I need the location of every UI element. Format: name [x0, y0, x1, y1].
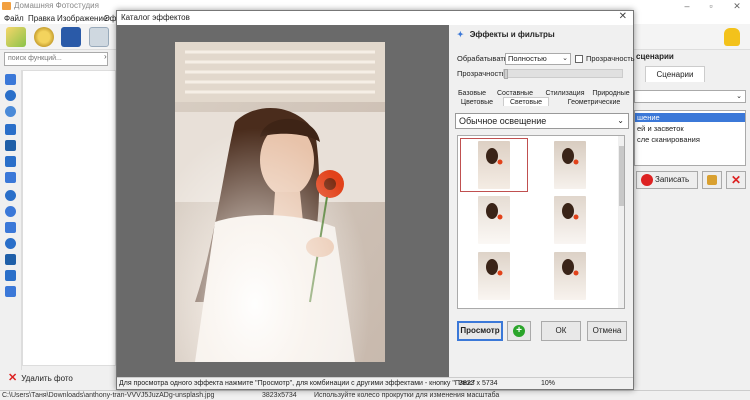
print-icon[interactable]: [89, 27, 109, 47]
transparency-label: Прозрачность: [457, 69, 506, 78]
status-size: 3823x5734: [262, 392, 297, 399]
sun-tool-icon[interactable]: [5, 206, 16, 217]
left-panel: [22, 70, 116, 366]
process-label: Обрабатывать: [457, 54, 508, 63]
record-button[interactable]: Записать: [636, 171, 698, 189]
dialog-title: Каталог эффектов: [121, 13, 190, 22]
menu-effects[interactable]: Эф: [104, 14, 116, 23]
bell-icon[interactable]: [724, 28, 740, 46]
scrollbar-thumb[interactable]: [619, 146, 624, 206]
chevron-down-icon: ⌄: [617, 116, 624, 125]
transparency-slider[interactable]: [503, 69, 623, 79]
delete-photo-label: Удалить фото: [21, 374, 73, 383]
dialog-status-size: 3823 x 5734: [459, 380, 498, 387]
list-item[interactable]: ей и засветок: [637, 124, 684, 133]
menu-file[interactable]: Файл: [4, 14, 24, 23]
open-icon[interactable]: [6, 27, 26, 47]
tab-color[interactable]: Цветовые: [457, 98, 497, 107]
palette-tool-icon[interactable]: [5, 238, 16, 249]
preview-button[interactable]: Просмотр: [457, 321, 503, 341]
settings-tool-icon[interactable]: [5, 222, 16, 233]
effects-catalog-dialog: Каталог эффектов ✕ ✦ Эффекты и фильтры О…: [116, 10, 635, 390]
scenario-select[interactable]: ⌄: [634, 90, 746, 103]
tab-light[interactable]: Световые: [503, 97, 549, 106]
delete-icon: ✕: [8, 372, 18, 384]
dialog-status-zoom: 10%: [541, 380, 556, 387]
process-select[interactable]: Полностью ⌄: [505, 53, 571, 65]
fill-tool-icon[interactable]: [5, 172, 16, 183]
effects-panel: ✦ Эффекты и фильтры Обрабатывать Полность…: [451, 25, 635, 377]
pointer-tool-icon[interactable]: [5, 74, 16, 85]
tab-scenarios[interactable]: Сценарии: [645, 66, 705, 82]
delete-photo-button[interactable]: ✕ Удалить фото: [8, 371, 108, 385]
effect-selected-value: Обычное освещение: [459, 116, 547, 126]
right-panel-title: сценарии: [636, 52, 674, 61]
tab-stylization[interactable]: Стилизация: [543, 89, 587, 98]
gallery-icon[interactable]: [34, 27, 54, 47]
dialog-title-bar: Каталог эффектов ✕: [117, 11, 633, 25]
drop-tool-icon[interactable]: [5, 140, 16, 151]
search-go-icon[interactable]: ›: [104, 52, 112, 66]
scenario-list: шение ей и засветок сле сканирования: [634, 110, 746, 166]
effects-icon: ✦: [457, 30, 464, 39]
minimize-button[interactable]: –: [676, 0, 698, 12]
contrast-tool-icon[interactable]: [5, 190, 16, 201]
main-status-bar: C:\Users\Таня\Downloads\anthony-tran-VVV…: [0, 390, 750, 400]
search-input[interactable]: поиск функций...: [4, 52, 108, 66]
transparency-checkbox[interactable]: [575, 55, 583, 63]
close-button[interactable]: ✕: [726, 0, 748, 12]
process-value: Полностью: [508, 54, 547, 63]
photo-preview: [175, 42, 385, 362]
zoom-tool-icon[interactable]: [5, 106, 16, 117]
left-toolbar: [0, 70, 22, 370]
status-hint: Используйте колесо прокрутки для изменен…: [314, 392, 500, 399]
dialog-status-hint: Для просмотра одного эффекта нажмите "Пр…: [119, 380, 476, 387]
effects-tool-icon[interactable]: [5, 254, 16, 265]
tab-geometric[interactable]: Геометрические: [559, 98, 629, 107]
list-item[interactable]: шение: [635, 113, 745, 122]
dialog-status-bar: Для просмотра одного эффекта нажмите "Пр…: [117, 377, 633, 389]
save-icon[interactable]: [61, 27, 81, 47]
plus-icon: +: [513, 325, 525, 337]
add-effect-button[interactable]: +: [507, 321, 531, 341]
app-icon: [2, 2, 11, 10]
app-title: Домашняя Фотостудия: [14, 1, 99, 10]
effect-select[interactable]: Обычное освещение ⌄: [455, 113, 629, 129]
stamp-tool-icon[interactable]: [5, 156, 16, 167]
effects-panel-title: Эффекты и фильтры: [469, 30, 555, 39]
transparency-check-label: Прозрачность: [586, 54, 635, 63]
hand-tool-icon[interactable]: [5, 90, 16, 101]
dialog-close-button[interactable]: ✕: [619, 11, 627, 22]
record-icon: [641, 174, 653, 186]
cancel-button[interactable]: Отмена: [587, 321, 627, 341]
chevron-down-icon: ⌄: [562, 55, 568, 62]
eraser-tool-icon[interactable]: [5, 270, 16, 281]
menu-image[interactable]: Изображение: [57, 14, 107, 23]
thumbnails-scrollbar[interactable]: [618, 136, 624, 308]
effects-panel-header: ✦ Эффекты и фильтры: [457, 30, 555, 39]
wand-icon: [707, 175, 717, 185]
menu-edit[interactable]: Правка: [28, 14, 55, 23]
tab-natural[interactable]: Природные: [591, 89, 631, 98]
crop-tool-icon[interactable]: [5, 286, 16, 297]
tab-basic[interactable]: Базовые: [457, 89, 487, 98]
ok-button[interactable]: ОК: [541, 321, 581, 341]
preview-area: [117, 25, 449, 377]
wand-button[interactable]: [702, 171, 722, 189]
list-item[interactable]: сле сканирования: [637, 135, 700, 144]
slider-knob[interactable]: [504, 69, 508, 79]
maximize-button[interactable]: ▫: [700, 0, 722, 12]
record-label: Записать: [655, 175, 690, 184]
effect-thumbnails: [457, 135, 625, 309]
brush-tool-icon[interactable]: [5, 124, 16, 135]
status-path: C:\Users\Таня\Downloads\anthony-tran-VVV…: [2, 392, 215, 399]
delete-scenario-button[interactable]: ✕: [726, 171, 746, 189]
